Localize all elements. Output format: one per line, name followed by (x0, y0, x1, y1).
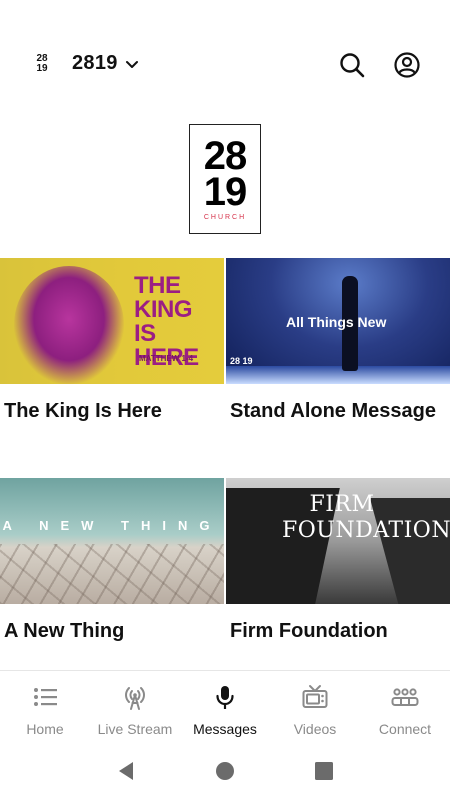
logo-bottom-number: 19 (203, 169, 247, 214)
nav-item-connect[interactable]: Connect (360, 671, 450, 742)
thumbnail-title: FIRM FOUNDATION (282, 492, 450, 543)
thumbnail-subtitle: MATTHEW 1-4 (139, 354, 194, 363)
nav-item-home[interactable]: Home (0, 671, 90, 742)
nav-item-videos[interactable]: Videos (270, 671, 360, 742)
series-thumbnail: FIRM FOUNDATION (226, 478, 450, 604)
nav-label: Live Stream (97, 721, 173, 737)
thumbnail-title: All Things New (286, 314, 387, 330)
series-card-king-is-here[interactable]: THE KING IS HERE MATTHEW 1-4 The King Is… (0, 258, 224, 424)
series-thumbnail: A NEW THING (0, 478, 224, 604)
people-icon (391, 688, 419, 706)
church-banner: 28 19 CHURCH (0, 100, 450, 258)
nav-item-live-stream[interactable]: Live Stream (90, 671, 180, 742)
series-thumbnail: All Things New 28 19 (226, 258, 450, 384)
logo-top-number: 28 (203, 133, 247, 178)
logo-subtitle: CHURCH (203, 213, 247, 221)
series-title: The King Is Here (4, 400, 162, 422)
account-icon[interactable] (393, 51, 421, 79)
thumbnail-stage (226, 366, 450, 384)
church-logo: 28 19 CHURCH (189, 124, 261, 234)
top-app-bar: 28 19 2819 (0, 30, 450, 100)
nav-label: Connect (378, 721, 432, 737)
nav-item-messages[interactable]: Messages (180, 671, 270, 742)
org-name: 2819 (72, 52, 118, 74)
search-icon[interactable] (338, 51, 366, 79)
series-card-stand-alone[interactable]: All Things New 28 19 Stand Alone Message (226, 258, 450, 424)
series-card-new-thing[interactable]: A NEW THING A New Thing (0, 478, 224, 644)
app-logo-bottom: 19 (36, 63, 48, 74)
series-title: Stand Alone Message (230, 400, 436, 422)
series-thumbnail: THE KING IS HERE MATTHEW 1-4 (0, 258, 224, 384)
thumbnail-artwork (0, 544, 224, 604)
home-circle-icon[interactable] (213, 759, 237, 783)
system-navigation-bar (0, 742, 450, 800)
thumbnail-artwork (14, 266, 124, 384)
chevron-down-icon (125, 60, 138, 68)
nav-label: Home (26, 721, 64, 737)
bottom-navigation: Home Live Stream Messages Videos Connect (0, 670, 450, 742)
status-bar (0, 0, 450, 30)
tv-icon (302, 685, 328, 708)
thumbnail-title: A NEW THING (2, 518, 222, 533)
series-title: Firm Foundation (230, 620, 388, 642)
nav-label: Messages (193, 721, 257, 737)
series-title: A New Thing (4, 620, 125, 642)
broadcast-icon (125, 687, 145, 710)
microphone-icon (216, 686, 234, 709)
nav-label: Videos (293, 721, 337, 737)
list-icon (34, 688, 57, 706)
thumbnail-badge: 28 19 (230, 356, 253, 366)
series-card-firm-foundation[interactable]: FIRM FOUNDATION Firm Foundation (226, 478, 450, 644)
org-switcher[interactable]: 2819 (72, 52, 140, 75)
app-logo: 28 19 (34, 54, 50, 74)
recents-square-icon[interactable] (312, 759, 336, 783)
back-icon[interactable] (114, 759, 138, 783)
